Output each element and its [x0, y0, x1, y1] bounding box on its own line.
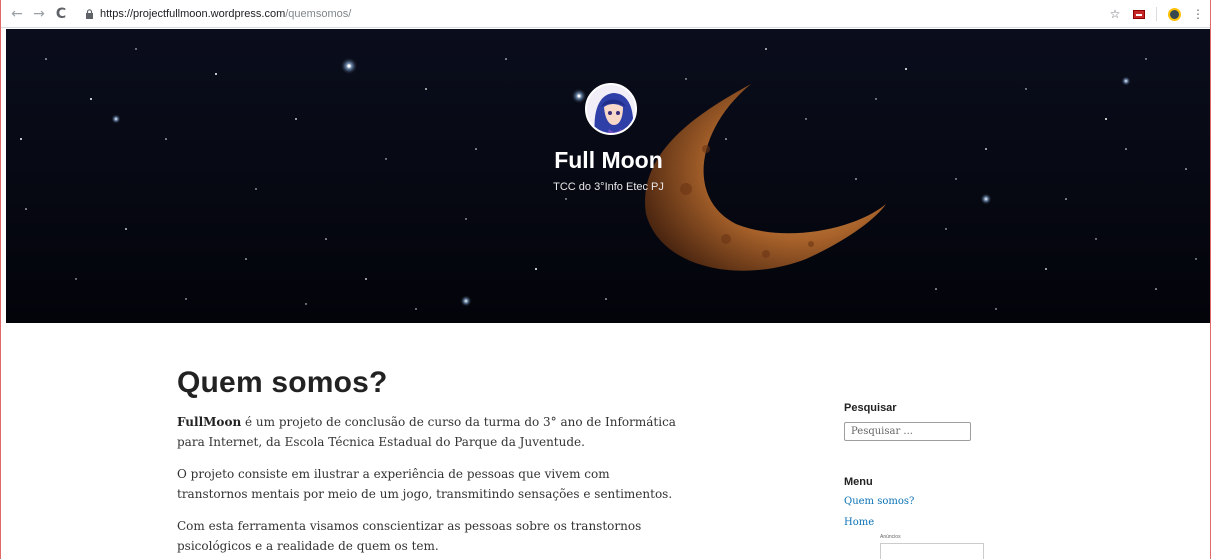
paragraph-intro: FullMoon é um projeto de conclusão de cu…: [177, 412, 677, 452]
extension-icon[interactable]: [1132, 7, 1146, 21]
reload-icon[interactable]: C: [52, 5, 70, 23]
browser-toolbar: ← → C https://projectfullmoon.wordpress.…: [0, 0, 1211, 28]
project-name: FullMoon: [177, 415, 242, 429]
toolbar-divider: [1156, 7, 1157, 21]
site-logo-avatar[interactable]: [585, 83, 637, 135]
menu-widget: Menu Quem somos? Home: [844, 476, 1044, 528]
forward-arrow-icon[interactable]: →: [30, 5, 48, 23]
profile-extension-icon[interactable]: [1167, 7, 1181, 21]
menu-item-quem-somos[interactable]: Quem somos?: [844, 496, 1044, 507]
paragraph-intro-text: é um projeto de conclusão de curso da tu…: [177, 415, 676, 449]
url-host[interactable]: https://projectfullmoon.wordpress.com: [100, 8, 285, 20]
sidebar: Pesquisar Pesquisar ... Menu Quem somos?…: [844, 402, 1044, 559]
site-description: TCC do 3°Info Etec PJ: [553, 181, 664, 193]
menu-item-home[interactable]: Home: [844, 517, 1044, 528]
back-arrow-icon[interactable]: ←: [8, 5, 26, 23]
url-path[interactable]: /quemsomos/: [285, 8, 351, 20]
site-title[interactable]: Full Moon: [6, 147, 1211, 174]
header-banner: Full Moon TCC do 3°Info Etec PJ: [6, 29, 1211, 323]
more-menu-icon[interactable]: ⋮: [1191, 7, 1205, 21]
page-title: Quem somos?: [177, 366, 388, 399]
paragraph-project: O projeto consiste em ilustrar a experiê…: [177, 467, 673, 501]
paragraph-goal: Com esta ferramenta visamos conscientiza…: [177, 519, 642, 553]
menu-widget-title: Menu: [844, 476, 873, 488]
search-input[interactable]: Pesquisar ...: [844, 422, 971, 441]
search-widget-title: Pesquisar: [844, 402, 897, 414]
ads-label: Anúncios: [880, 534, 901, 540]
lock-icon[interactable]: [84, 8, 94, 19]
star-icon[interactable]: ☆: [1108, 7, 1122, 21]
main-content: Quem somos? FullMoon é um projeto de con…: [177, 366, 677, 559]
starfield-background: [6, 29, 1211, 323]
ad-slot[interactable]: [880, 543, 984, 559]
